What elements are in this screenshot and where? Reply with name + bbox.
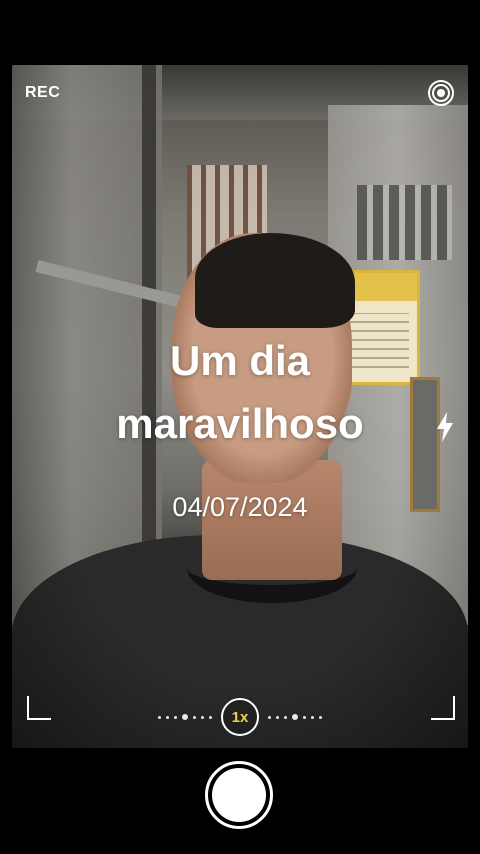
zoom-dot (166, 715, 169, 719)
zoom-dot (303, 715, 306, 719)
overlay-title-line2: maravilhoso (116, 400, 364, 447)
overlay-title-line1: Um dia (169, 337, 311, 384)
zoom-dot (276, 715, 279, 719)
zoom-button[interactable]: 1x (221, 698, 259, 736)
zoom-dot-major (182, 714, 188, 720)
zoom-dot (311, 715, 314, 719)
shutter-button-inner (212, 768, 266, 822)
flash-icon[interactable] (434, 411, 456, 443)
zoom-dot (284, 715, 287, 719)
settings-target-icon[interactable] (427, 79, 455, 107)
camera-overlay: REC Um dia maravilhoso 04/07/2024 1x (0, 0, 480, 854)
zoom-dot (268, 715, 271, 719)
frame-corner-bottom-left (27, 696, 51, 720)
zoom-dot (193, 715, 196, 719)
zoom-dot (209, 715, 212, 719)
zoom-dot (174, 715, 177, 719)
frame-corner-bottom-right (431, 696, 455, 720)
zoom-dot (319, 715, 322, 719)
zoom-dot (201, 715, 204, 719)
rec-label: REC (25, 84, 61, 101)
overlay-date: 04/07/2024 (172, 492, 308, 522)
zoom-dots-right (268, 714, 322, 720)
shutter-button[interactable] (205, 761, 273, 829)
zoom-dots-left (158, 714, 212, 720)
zoom-dot (158, 715, 161, 719)
zoom-dot-major (292, 714, 298, 720)
zoom-control[interactable]: 1x (158, 697, 322, 737)
